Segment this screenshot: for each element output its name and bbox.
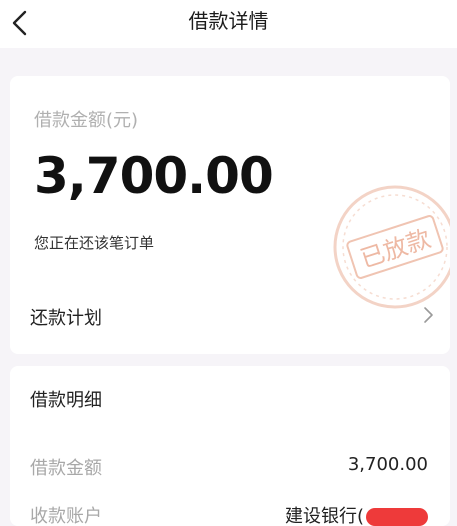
repayment-status-text: 您正在还该笔订单 — [34, 234, 155, 252]
amount-label: 借款金额(元) — [34, 110, 139, 131]
repayment-plan-row[interactable]: 还款计划 — [10, 284, 450, 348]
loan-summary-card: 借款金额(元) 3,700.00 您正在还该笔订单 已放款 还款计划 — [10, 76, 450, 354]
detail-key: 借款金额 — [30, 458, 102, 479]
repayment-plan-label: 还款计划 — [30, 308, 102, 329]
account-bank-text: 建设银行( — [284, 506, 364, 526]
detail-value: 建设银行( — [285, 502, 428, 526]
detail-row-amount: 借款金额 3,700.00 — [30, 454, 428, 482]
detail-value: 3,700.00 — [347, 454, 428, 475]
detail-row-account: 收款账户 建设银行( — [30, 502, 428, 526]
chevron-right-icon — [424, 307, 433, 323]
page-title: 借款详情 — [188, 9, 269, 33]
loan-details-card: 借款明细 借款金额 3,700.00 收款账户 建设银行( — [10, 366, 450, 526]
loan-details-title: 借款明细 — [30, 390, 102, 411]
redaction-mark — [366, 508, 428, 526]
navigation-bar: 借款详情 — [0, 0, 457, 48]
amount-value: 3,700.00 — [34, 147, 274, 205]
detail-key: 收款账户 — [30, 506, 102, 526]
